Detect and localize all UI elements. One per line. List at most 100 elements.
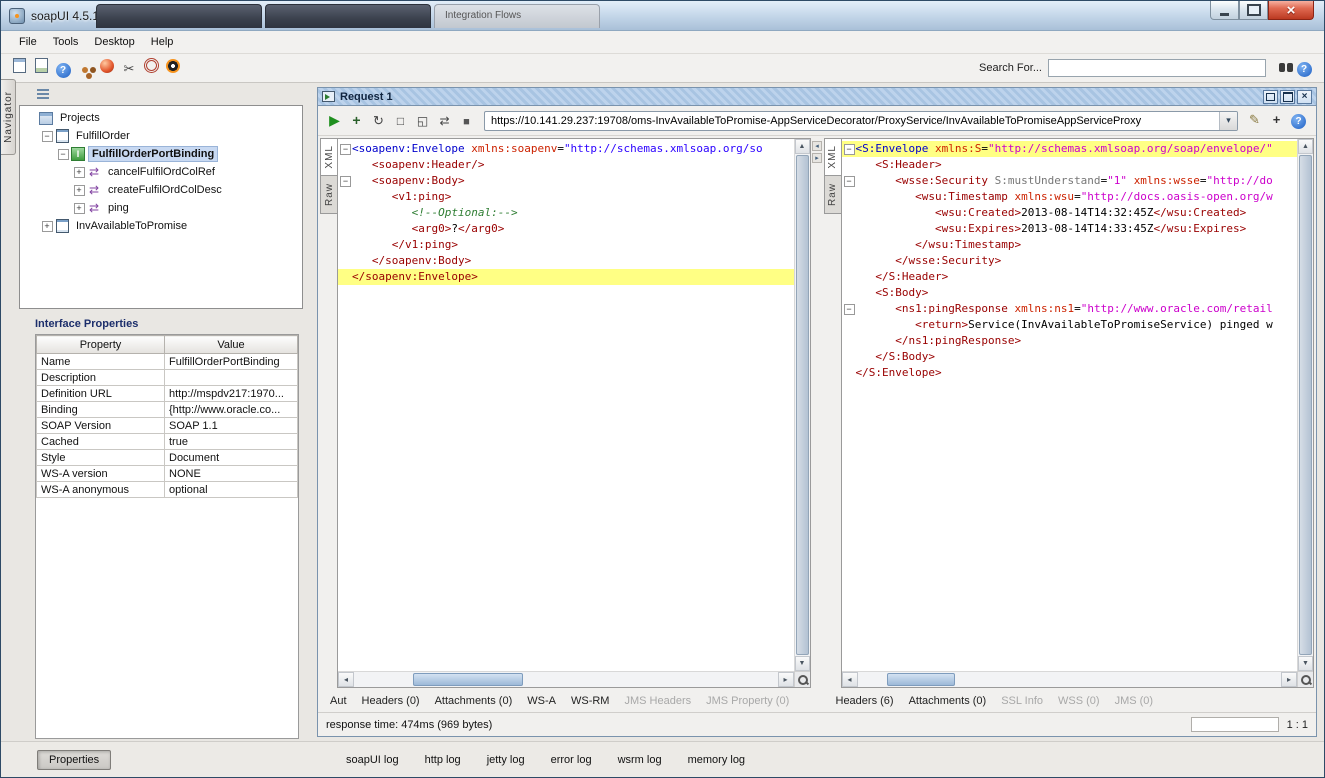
log-tab-error-log[interactable]: error log [551, 754, 592, 766]
tree-item-cancelfulfilordcolref[interactable]: cancelFulfilOrdColRef [20, 163, 302, 181]
scroll-left-button[interactable] [338, 672, 354, 687]
tab-attachments-0[interactable]: Attachments (0) [435, 695, 513, 707]
fold-marker-icon[interactable] [338, 173, 352, 189]
property-row[interactable]: SOAP VersionSOAP 1.1 [37, 418, 298, 434]
minus-expander-icon[interactable] [56, 149, 70, 160]
magnifier-icon[interactable] [794, 671, 810, 687]
editor-tab-xml[interactable]: XML [320, 138, 337, 176]
tab-attachments-0[interactable]: Attachments (0) [909, 695, 987, 707]
preferences-icon[interactable] [141, 56, 161, 76]
split-view-icon[interactable] [434, 110, 455, 131]
maximize-button[interactable] [1239, 1, 1268, 20]
fold-marker-icon[interactable] [338, 141, 352, 157]
log-tab-memory-log[interactable]: memory log [688, 754, 745, 766]
background-tab[interactable] [96, 4, 262, 28]
dropdown-arrow-icon[interactable] [1219, 112, 1237, 130]
vertical-scrollbar[interactable] [1297, 139, 1313, 671]
plus-expander-icon[interactable] [40, 221, 54, 232]
add-to-testcase-icon[interactable] [346, 109, 367, 130]
tab-ws-a[interactable]: WS-A [527, 695, 556, 707]
frame-maximize-button[interactable] [1280, 90, 1295, 104]
fold-marker-icon[interactable] [842, 141, 856, 157]
property-row[interactable]: NameFulfillOrderPortBinding [37, 354, 298, 370]
add-to-mockservice-icon[interactable] [368, 110, 389, 131]
menu-tools[interactable]: Tools [45, 33, 87, 51]
vertical-scrollbar[interactable] [794, 139, 810, 671]
property-row[interactable]: Cachedtrue [37, 434, 298, 450]
log-tab-jetty-log[interactable]: jetty log [487, 754, 525, 766]
scrollbar-thumb[interactable] [1299, 155, 1312, 655]
collapse-right-icon[interactable] [812, 153, 822, 163]
log-tab-wsrm-log[interactable]: wsrm log [618, 754, 662, 766]
scrollbar-thumb[interactable] [887, 673, 955, 686]
help-icon[interactable] [53, 61, 73, 81]
navigator-tab[interactable]: Navigator [1, 79, 16, 155]
plus-expander-icon[interactable] [72, 167, 86, 178]
endpoint-dropdown[interactable]: https://10.141.29.237:19708/oms-InvAvail… [484, 111, 1238, 131]
minus-expander-icon[interactable] [40, 131, 54, 142]
property-row[interactable]: Definition URLhttp://mspdv217:1970... [37, 386, 298, 402]
tab-headers-6[interactable]: Headers (6) [836, 695, 894, 707]
log-tab-http-log[interactable]: http log [425, 754, 461, 766]
editor-tab-xml[interactable]: XML [824, 138, 841, 176]
property-row[interactable]: Binding{http://www.oracle.co... [37, 402, 298, 418]
scrollbar-thumb[interactable] [796, 155, 809, 655]
property-row[interactable]: WS-A anonymousoptional [37, 482, 298, 498]
submit-button[interactable] [324, 110, 345, 131]
scroll-right-button[interactable] [778, 672, 794, 687]
search-input[interactable] [1048, 59, 1266, 77]
magnifier-icon[interactable] [1297, 671, 1313, 687]
properties-button[interactable]: Properties [37, 750, 111, 770]
tab-aut[interactable]: Aut [330, 695, 347, 707]
tree-item-projects[interactable]: Projects [20, 109, 302, 127]
scroll-down-button[interactable] [1298, 656, 1313, 671]
plus-expander-icon[interactable] [72, 185, 86, 196]
endpoint-edit-icon[interactable] [1244, 110, 1265, 131]
scroll-left-button[interactable] [842, 672, 858, 687]
menu-file[interactable]: File [11, 33, 45, 51]
close-button[interactable] [1268, 1, 1314, 20]
new-workspace-icon[interactable] [9, 56, 29, 76]
tree-item-invavailabletopromise[interactable]: InvAvailableToPromise [20, 217, 302, 235]
scroll-up-button[interactable] [1298, 139, 1313, 154]
scrollbar-track[interactable] [354, 672, 778, 687]
search-icon[interactable] [1272, 57, 1292, 77]
import-project-icon[interactable] [31, 56, 51, 76]
menu-help[interactable]: Help [143, 33, 182, 51]
property-row[interactable]: StyleDocument [37, 450, 298, 466]
frame-close-button[interactable] [1297, 90, 1312, 104]
log-tab-soapui-log[interactable]: soapUI log [346, 754, 399, 766]
horizontal-scrollbar[interactable] [842, 671, 1298, 687]
help-icon[interactable] [1294, 59, 1314, 79]
tree-item-fulfillorderportbinding[interactable]: FulfillOrderPortBinding [20, 145, 302, 163]
response-xml-editor[interactable]: <S:Envelope xmlns:S="http://schemas.xmls… [841, 138, 1315, 688]
collapse-left-icon[interactable] [812, 141, 822, 151]
property-row[interactable]: WS-A versionNONE [37, 466, 298, 482]
web-icon[interactable] [97, 56, 117, 76]
tree-item-ping[interactable]: ping [20, 199, 302, 217]
tab-headers-0[interactable]: Headers (0) [362, 695, 420, 707]
scroll-right-button[interactable] [1281, 672, 1297, 687]
scroll-down-button[interactable] [795, 656, 810, 671]
request-xml-editor[interactable]: <soapenv:Envelope xmlns:soapenv="http://… [337, 138, 811, 688]
soapui-logo-icon[interactable] [163, 56, 183, 76]
menu-desktop[interactable]: Desktop [86, 33, 142, 51]
navigator-options-icon[interactable] [35, 87, 51, 101]
background-tab[interactable] [265, 4, 431, 28]
plus-expander-icon[interactable] [72, 203, 86, 214]
cancel-request-icon[interactable] [456, 111, 477, 132]
property-row[interactable]: Description [37, 370, 298, 386]
recreate-request-icon[interactable] [390, 110, 411, 131]
scrollbar-thumb[interactable] [413, 673, 523, 686]
create-copy-icon[interactable] [412, 110, 433, 131]
scrollbar-track[interactable] [858, 672, 1282, 687]
forum-icon[interactable] [75, 60, 95, 80]
tree-item-fulfillorder[interactable]: FulfillOrder [20, 127, 302, 145]
tree-item-createfulfilordcoldesc[interactable]: createFulfilOrdColDesc [20, 181, 302, 199]
scroll-up-button[interactable] [795, 139, 810, 154]
tab-ws-rm[interactable]: WS-RM [571, 695, 610, 707]
horizontal-scrollbar[interactable] [338, 671, 794, 687]
fold-marker-icon[interactable] [842, 301, 856, 317]
minimize-button[interactable] [1210, 1, 1239, 20]
background-tab[interactable]: Integration Flows [434, 4, 600, 28]
